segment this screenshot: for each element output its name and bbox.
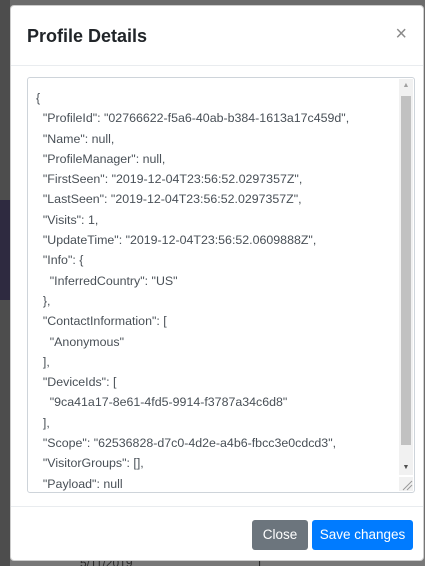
- background-nav-band: [0, 200, 10, 300]
- json-line: "Info": {: [36, 253, 84, 268]
- json-line: },: [36, 293, 51, 308]
- json-line: ],: [36, 354, 50, 369]
- json-line: {: [36, 91, 41, 105]
- json-line: "9ca41a17-8e61-4fd5-9914-f3787a34c6d8": [36, 395, 288, 410]
- modal-footer: Close Save changes: [11, 506, 423, 560]
- close-button[interactable]: Close: [252, 520, 308, 550]
- json-line: "VisitorGroups": [],: [36, 456, 144, 471]
- json-line: "DeviceIds": [: [36, 375, 117, 390]
- json-line: "ProfileId": "02766622-f5a6-40ab-b384-16…: [36, 111, 350, 126]
- json-content: { "ProfileId": "02766622-f5a6-40ab-b384-…: [36, 88, 394, 492]
- json-line: "ContactInformation": [: [36, 314, 167, 329]
- scroll-thumb[interactable]: [401, 96, 411, 445]
- close-icon[interactable]: ×: [395, 24, 407, 44]
- profile-details-modal: Profile Details × { "ProfileId": "027666…: [10, 5, 424, 561]
- json-line: "Visits": 1,: [36, 212, 99, 227]
- scroll-up-arrow-icon[interactable]: ▲: [399, 79, 413, 93]
- json-line: "UpdateTime": "2019-12-04T23:56:52.06098…: [36, 233, 317, 248]
- json-line: "Name": null,: [36, 131, 115, 146]
- json-line: ],: [36, 415, 50, 430]
- scroll-down-arrow-icon[interactable]: ▼: [399, 461, 413, 475]
- json-line: "Anonymous": [36, 334, 124, 349]
- json-line: "Scope": "62536828-d7c0-4d2e-a4b6-fbcc3e…: [36, 436, 337, 451]
- modal-header: Profile Details ×: [11, 6, 423, 66]
- json-line: "InferredCountry": "US": [36, 273, 178, 288]
- profile-json-textarea[interactable]: { "ProfileId": "02766622-f5a6-40ab-b384-…: [27, 77, 415, 493]
- json-line: "FirstSeen": "2019-12-04T23:56:52.029735…: [36, 172, 303, 187]
- json-line: "LastSeen": "2019-12-04T23:56:52.0297357…: [36, 192, 302, 207]
- vertical-scrollbar[interactable]: ▲ ▼: [399, 79, 413, 475]
- modal-title: Profile Details: [27, 26, 148, 46]
- resize-grip-icon[interactable]: [399, 477, 413, 491]
- json-line: "Payload": null: [36, 476, 123, 491]
- json-line: "ProfileManager": null,: [36, 151, 166, 166]
- save-changes-button[interactable]: Save changes: [312, 520, 413, 550]
